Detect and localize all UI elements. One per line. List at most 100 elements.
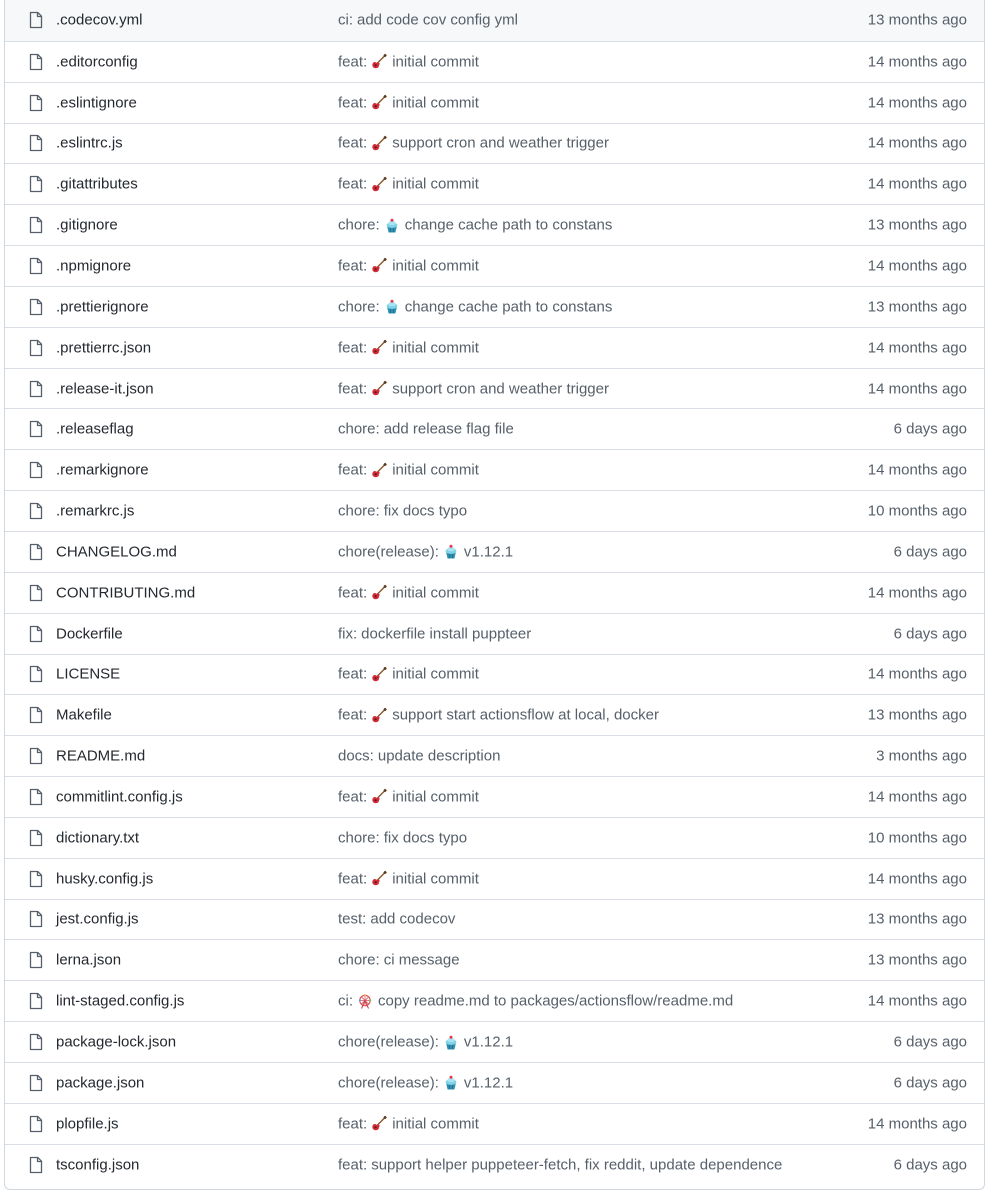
file-name-link[interactable]: husky.config.js [56,870,153,887]
commit-message-link[interactable]: feat: support cron and weather trigger [338,380,609,397]
commit-message-link[interactable]: feat: support start actionsflow at local,… [338,707,659,724]
file-name-link[interactable]: .editorconfig [56,53,138,70]
file-row[interactable]: .npmignore feat: initial commit 14 months a… [5,245,984,286]
commit-message-link[interactable]: feat: initial commit [338,94,479,111]
file-row[interactable]: CHANGELOG.md chore(release): v1.12.1 6 days… [5,530,984,572]
commit-message-link[interactable]: feat: initial commit [338,870,479,887]
file-row[interactable]: tsconfig.json feat: support helper puppete… [5,1143,984,1185]
file-name-link[interactable]: LICENSE [56,666,120,683]
commit-message-link[interactable]: test: add codecov [338,911,455,928]
file-row[interactable]: .eslintrc.js feat: support cron and weathe… [5,122,984,164]
file-name-link[interactable]: commitlint.config.js [56,788,183,805]
file-name-link[interactable]: plopfile.js [56,1115,119,1132]
file-row[interactable]: package.json chore(release): v1.12.1 6 days… [5,1061,984,1103]
file-name-link[interactable]: .remarkrc.js [56,503,134,520]
file-row[interactable]: lint-staged.config.js ci: copy readme.md t… [5,980,984,1021]
commit-message-link[interactable]: chore: add release flag file [338,421,514,438]
commit-message-link[interactable]: ci: add code cov config yml [338,12,518,29]
file-name-link[interactable]: .prettierrc.json [56,339,151,356]
commit-message-link[interactable]: feat: support cron and weather trigger [338,135,609,152]
commit-message-link[interactable]: feat: initial commit [338,666,479,683]
commit-message-link[interactable]: feat: initial commit [338,788,479,805]
file-row[interactable]: .gitattributes feat: initial commit 14 mont… [5,163,984,204]
commit-text: fix docs typo [383,829,468,847]
file-name-link[interactable]: .prettierignore [56,298,149,315]
commit-message-link[interactable]: chore: fix docs typo [338,503,467,520]
file-row[interactable]: CONTRIBUTING.md feat: initial commit 14 mon… [5,571,984,613]
file-row[interactable]: package-lock.json chore(release): v1.12.1 6… [5,1021,984,1062]
commit-message-link[interactable]: fix: dockerfile install puppteer [338,625,531,642]
file-row[interactable]: .releaseflag chore: add release flag file 6… [5,408,984,449]
file-row[interactable]: .prettierignore chore: change cache path t… [5,285,984,327]
file-icon [29,339,43,357]
file-name-link[interactable]: .release-it.json [56,380,154,397]
file-name-link[interactable]: .eslintrc.js [56,135,123,152]
file-row[interactable]: dictionary.txt chore: fix docs typo 10 mont… [5,816,984,858]
file-row[interactable]: .codecov.yml ci: add code cov config yml 13… [5,0,984,41]
file-name-link[interactable]: .codecov.yml [56,12,142,29]
commit-message-link[interactable]: ci: copy readme.md to packages/actionsflo… [338,993,733,1010]
file-row[interactable]: .editorconfig feat: initial commit 14 month… [5,40,984,82]
commit-message-link[interactable]: docs: update description [338,748,500,765]
file-name-link[interactable]: Dockerfile [56,625,123,642]
commit-date: 13 months ago [867,298,967,316]
file-name-link[interactable]: .gitignore [56,217,118,234]
file-row[interactable]: .prettierrc.json feat: initial commit 14 mo… [5,326,984,368]
file-row[interactable]: README.md docs: update description 3 months… [5,735,984,776]
file-name-link[interactable]: lint-staged.config.js [56,993,184,1010]
file-icon [29,788,43,806]
commit-date: 6 days ago [893,1156,967,1174]
commit-message-link[interactable]: feat: initial commit [338,53,479,70]
file-name-link[interactable]: .eslintignore [56,94,137,111]
commit-message-link[interactable]: feat: initial commit [338,1115,479,1132]
file-row[interactable]: .gitignore chore: change cache path to con… [5,204,984,245]
file-icon [29,94,43,112]
file-name-link[interactable]: .npmignore [56,257,131,274]
guitar-icon [371,1116,387,1132]
file-name-link[interactable]: package-lock.json [56,1034,176,1051]
commit-message-link[interactable]: feat: initial commit [338,584,479,601]
file-row[interactable]: .remarkignore feat: initial commit 14 month… [5,449,984,490]
file-name-link[interactable]: tsconfig.json [56,1156,139,1173]
commit-message-link[interactable]: feat: initial commit [338,176,479,193]
file-row[interactable]: jest.config.js test: add codecov 13 months … [5,898,984,940]
file-name-link[interactable]: dictionary.txt [56,829,139,846]
commit-message-link[interactable]: feat: support helper puppeteer-fetch, fix… [338,1156,782,1173]
commit-text: initial commit [392,665,479,683]
file-name-link[interactable]: jest.config.js [56,911,139,928]
file-row[interactable]: Makefile feat: support start actionsflow a… [5,694,984,735]
commit-message-link[interactable]: feat: initial commit [338,257,479,274]
file-row[interactable]: commitlint.config.js feat: initial commit 1… [5,776,984,817]
commit-text: support helper puppeteer-fetch, fix redd… [371,1156,783,1174]
commit-message-link[interactable]: chore: fix docs typo [338,829,467,846]
commit-message-link[interactable]: chore(release): v1.12.1 [338,1074,513,1091]
file-name-link[interactable]: CONTRIBUTING.md [56,584,195,601]
commit-message-link[interactable]: chore: ci message [338,952,460,969]
commit-message-link[interactable]: chore: change cache path to constans [338,298,612,315]
file-name-link[interactable]: lerna.json [56,952,121,969]
file-row[interactable]: .eslintignore feat: initial commit 14 month… [5,81,984,123]
commit-date: 6 days ago [893,1074,967,1092]
file-row[interactable]: lerna.json chore: ci message 13 months ago [5,939,984,980]
commit-message-link[interactable]: chore(release): v1.12.1 [338,1034,513,1051]
file-name-link[interactable]: Makefile [56,707,112,724]
commit-message-link[interactable]: feat: initial commit [338,462,479,479]
file-name-link[interactable]: .releaseflag [56,421,134,438]
commit-text: change cache path to constans [404,298,613,316]
file-name-link[interactable]: README.md [56,748,145,765]
commit-message-link[interactable]: chore: change cache path to constans [338,217,612,234]
file-name-link[interactable]: .gitattributes [56,176,138,193]
commit-type: chore(release): [338,543,439,561]
file-name-link[interactable]: .remarkignore [56,462,149,479]
file-row[interactable]: plopfile.js feat: initial commit 14 months … [5,1102,984,1144]
commit-date: 14 months ago [867,134,967,152]
file-row[interactable]: .release-it.json feat: support cron and we… [5,367,984,409]
file-name-link[interactable]: CHANGELOG.md [56,543,177,560]
file-row[interactable]: husky.config.js feat: initial commit 14 mon… [5,857,984,899]
file-row[interactable]: LICENSE feat: initial commit 14 months ago [5,653,984,695]
file-row[interactable]: .remarkrc.js chore: fix docs typo 10 months… [5,490,984,531]
commit-message-link[interactable]: chore(release): v1.12.1 [338,543,513,560]
commit-message-link[interactable]: feat: initial commit [338,339,479,356]
file-row[interactable]: Dockerfile fix: dockerfile install pupptee… [5,612,984,654]
file-name-link[interactable]: package.json [56,1074,144,1091]
